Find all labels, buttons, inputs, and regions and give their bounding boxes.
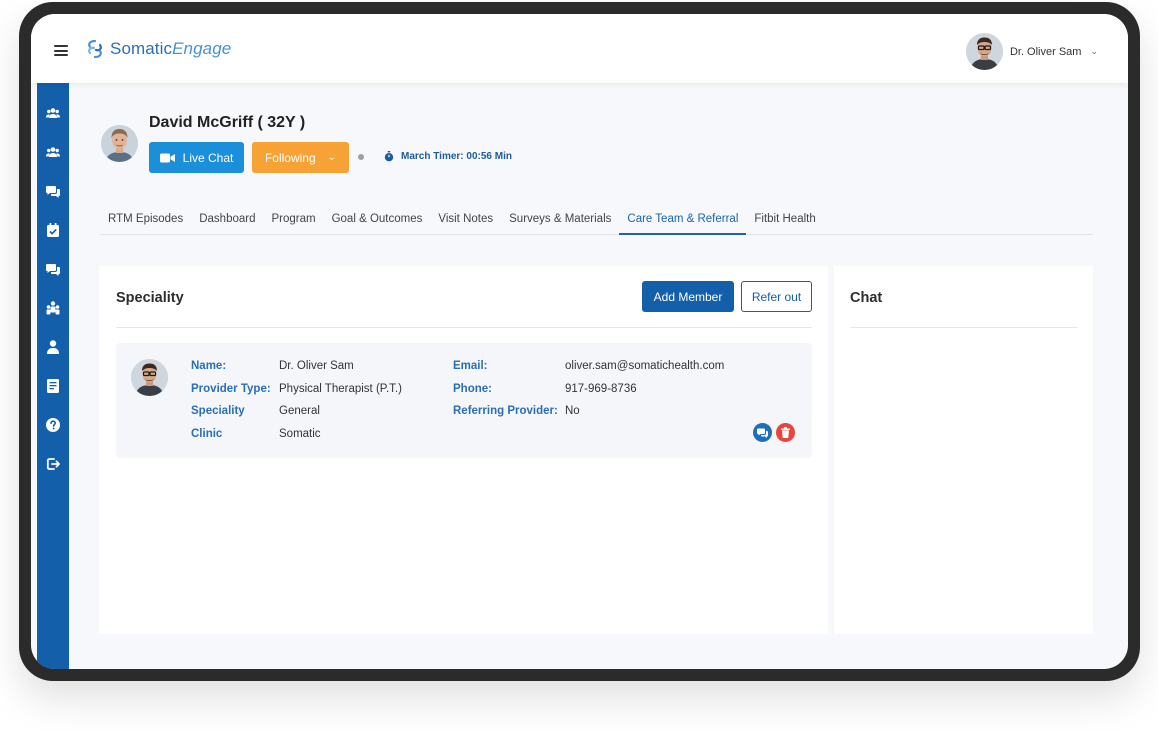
timer-label: March Timer: 00:56 Min [401, 151, 512, 162]
name-value: Dr. Oliver Sam [279, 360, 354, 372]
member-card: Name: Dr. Oliver Sam Provider Type: Phys… [116, 343, 812, 458]
tab-dashboard[interactable]: Dashboard [191, 208, 263, 235]
email-value[interactable]: oliver.sam@somatichealth.com [565, 360, 724, 372]
tab-surveys-materials[interactable]: Surveys & Materials [501, 208, 619, 235]
logo-text-secondary: Engage [172, 39, 232, 58]
phone-value: 917-969-8736 [565, 383, 637, 395]
chat-divider [850, 327, 1078, 328]
logo-mark-icon [88, 39, 102, 59]
team-icon[interactable] [45, 300, 61, 316]
tab-care-team-referral[interactable]: Care Team & Referral [619, 208, 747, 235]
tab-program[interactable]: Program [263, 208, 323, 235]
top-bar: SomaticEngage Dr. Oliver Sam ⌄ [31, 14, 1128, 83]
refer-out-button[interactable]: Refer out [741, 281, 812, 312]
name-label: Name: [191, 360, 227, 372]
email-label: Email: [453, 360, 488, 372]
messages-icon[interactable] [45, 183, 61, 199]
help-icon[interactable] [45, 417, 61, 433]
app-logo[interactable]: SomaticEngage [86, 39, 231, 59]
trash-icon [781, 427, 790, 438]
speciality-title: Speciality [116, 290, 184, 306]
referring-provider-value: No [565, 405, 580, 417]
tab-fitbit-health[interactable]: Fitbit Health [746, 208, 823, 235]
clinic-label: Clinic [191, 428, 223, 440]
following-dropdown[interactable]: Following ⌄ [252, 142, 349, 173]
tab-goal-outcomes[interactable]: Goal & Outcomes [324, 208, 431, 235]
video-camera-icon [159, 153, 175, 162]
speciality-label: Speciality [191, 405, 245, 417]
menu-icon[interactable] [54, 45, 68, 56]
chevron-down-icon: ⌄ [1090, 46, 1098, 56]
app-screen: SomaticEngage Dr. Oliver Sam ⌄ David McG… [31, 14, 1128, 669]
patient-avatar [101, 125, 138, 162]
clinic-value: Somatic [279, 428, 321, 440]
live-chat-button[interactable]: Live Chat [149, 142, 244, 173]
status-dot [358, 154, 364, 160]
patient-name: David McGriff ( 32Y ) [149, 114, 306, 131]
member-avatar [131, 359, 168, 396]
user-name: Dr. Oliver Sam [1009, 45, 1082, 58]
chat-card: Chat [834, 266, 1093, 634]
phone-label: Phone: [453, 383, 492, 395]
provider-type-value: Physical Therapist (P.T.) [279, 383, 402, 395]
card-divider [116, 327, 812, 328]
logout-icon[interactable] [45, 456, 61, 472]
speciality-value: General [279, 405, 320, 417]
sidebar [37, 83, 69, 669]
logo-text: SomaticEngage [110, 39, 231, 59]
chat-action-button[interactable] [753, 423, 772, 442]
tab-bar: RTM Episodes Dashboard Program Goal & Ou… [100, 208, 1093, 235]
user-avatar [965, 33, 1003, 70]
device-frame: SomaticEngage Dr. Oliver Sam ⌄ David McG… [19, 2, 1140, 681]
chat-title: Chat [850, 290, 883, 306]
notes-icon[interactable] [45, 378, 61, 394]
referring-provider-label: Referring Provider: [453, 405, 558, 417]
tab-rtm-episodes[interactable]: RTM Episodes [100, 208, 191, 235]
logo-text-primary: Somatic [110, 39, 173, 58]
stopwatch-icon [384, 151, 394, 162]
live-chat-label: Live Chat [182, 150, 234, 165]
add-member-button[interactable]: Add Member [642, 281, 734, 312]
patients-icon[interactable] [45, 105, 61, 121]
provider-type-label: Provider Type: [191, 383, 271, 395]
following-label: Following [264, 150, 316, 165]
user-icon[interactable] [45, 339, 61, 355]
chevron-down-icon: ⌄ [327, 152, 337, 163]
user-menu[interactable]: Dr. Oliver Sam ⌄ [965, 33, 1098, 70]
calendar-icon[interactable] [45, 222, 61, 238]
chat-bubble-icon [757, 428, 768, 438]
speciality-card: Speciality Add Member Refer out Name: Dr… [99, 266, 828, 634]
chat-icon[interactable] [45, 261, 61, 277]
groups-icon[interactable] [45, 144, 61, 160]
delete-action-button[interactable] [776, 423, 795, 442]
timer: March Timer: 00:56 Min [384, 151, 512, 162]
tab-visit-notes[interactable]: Visit Notes [430, 208, 501, 235]
